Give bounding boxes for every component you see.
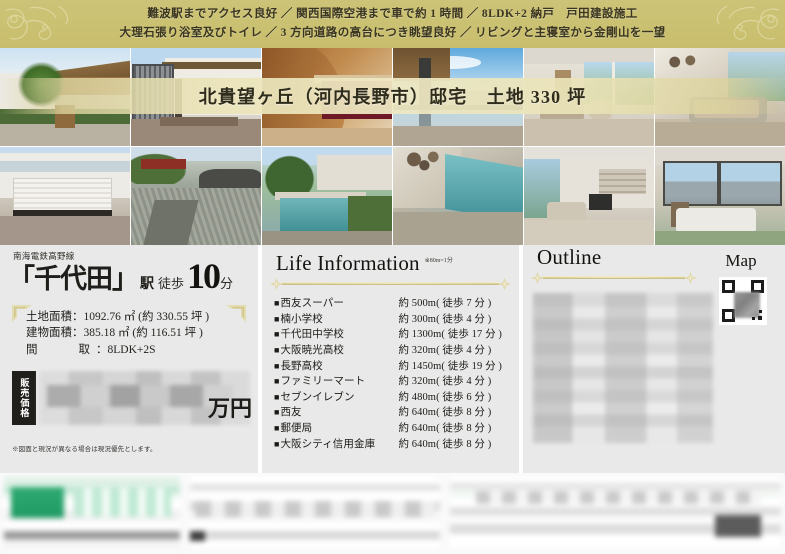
- life-information-title: Life Information: [276, 251, 420, 275]
- bullet-square-icon: ■: [274, 376, 280, 387]
- list-item: ■ 郵便局約 640m( 徒歩 8 分 ): [274, 421, 519, 437]
- outline-content-masked: [533, 293, 713, 443]
- divider-rule: [270, 278, 511, 290]
- outline-header: Outline: [523, 245, 705, 284]
- life-information-note: ※80m=1分: [424, 258, 453, 264]
- outline-title: Outline: [537, 245, 602, 269]
- footer-block-1-masked: [4, 477, 180, 548]
- spec-lines: 土地面積：1092.76 ㎡ (約 330.55 坪 ) 建物面積：385.18…: [26, 309, 209, 358]
- hero-title-sash: 北貴望ヶ丘（河内長野市）邸宅 土地 330 坪: [0, 78, 785, 114]
- bullet-square-icon: ■: [274, 407, 280, 418]
- header-text: 難波駅までアクセス良好 ／ 関西国際空港まで車で約 1 時間 ／ 8LDK+2 …: [119, 5, 665, 43]
- qr-code-icon[interactable]: [719, 277, 767, 325]
- bullet-square-icon: ■: [274, 298, 280, 308]
- star-ornament-left: [531, 272, 544, 284]
- list-item: ■ 楠小学校約 300m( 徒歩 4 分 ): [274, 312, 519, 328]
- list-item: ■ ファミリーマート約 320m( 徒歩 4 分 ): [274, 374, 519, 390]
- bullet-square-icon: ■: [274, 329, 280, 340]
- star-ornament-left: [270, 278, 283, 290]
- flourish-ornament-right: [716, 5, 780, 40]
- walk-minutes: 10: [187, 256, 221, 296]
- photo-garden-pool-walkway[interactable]: [262, 147, 392, 245]
- header-line-1: 難波駅までアクセス良好 ／ 関西国際空港まで車で約 1 時間 ／ 8LDK+2 …: [147, 8, 638, 21]
- walk-label: 徒歩: [158, 276, 185, 291]
- divider-rule: [531, 272, 697, 284]
- bullet-square-icon: ■: [274, 391, 280, 402]
- list-item: ■ セブンイレブン約 480m( 徒歩 6 分 ): [274, 390, 519, 406]
- price-unit: 万円: [207, 396, 252, 421]
- layout-row: 間 取：8LDK+2S: [26, 342, 209, 358]
- list-item: ■ 大阪シティ信用金庫約 640m( 徒歩 8 分 ): [274, 437, 519, 453]
- property-specs-box: 土地面積：1092.76 ㎡ (約 330.55 坪 ) 建物面積：385.18…: [12, 305, 246, 363]
- bullet-square-icon: ■: [274, 344, 280, 355]
- list-item: ■ 西友スーパー約 500m( 徒歩 7 分 ): [274, 296, 519, 312]
- layout-value: ：8LDK+2S: [96, 343, 156, 356]
- photo-japanese-rock-garden[interactable]: [131, 147, 261, 245]
- footer-masked-strip: [0, 473, 785, 554]
- photo-garage-white-door[interactable]: [0, 147, 130, 245]
- outline-map-panel: Outline Map: [523, 245, 781, 473]
- bullet-square-icon: ■: [274, 438, 280, 449]
- photo-modern-living-room[interactable]: [524, 147, 654, 245]
- map-title: Map: [725, 251, 757, 270]
- life-information-panel: Life Information ※80m=1分 ■ 西友スーパー約 500m( 徒…: [258, 245, 523, 473]
- disclaimer-text: ※図面と現況が異なる場合は現況優先とします。: [12, 446, 157, 453]
- minutes-unit: 分: [220, 276, 234, 291]
- list-item: ■ 長野高校約 1450m( 徒歩 19 分 ): [274, 359, 519, 375]
- list-item: ■ 千代田中学校約 1300m( 徒歩 17 分 ): [274, 327, 519, 343]
- photo-pool-aerial-view[interactable]: [393, 147, 523, 245]
- bullet-square-icon: ■: [274, 423, 280, 434]
- station-access-row: 「千代田」 駅 徒歩 10 分: [8, 257, 254, 296]
- header-line-2: 大理石張り浴室及びトイレ ／ 3 方向道路の高台につき眺望良好 ／ リビングと主…: [119, 27, 666, 39]
- map-header: Map: [705, 245, 777, 271]
- access-price-panel: 南海電鉄高野線 「千代田」 駅 徒歩 10 分 土地面積：1092.76 ㎡ (…: [0, 245, 258, 473]
- star-ornament-right: [684, 272, 697, 284]
- list-item: ■ 大阪暁光高校約 320m( 徒歩 4 分 ): [274, 343, 519, 359]
- bullet-square-icon: ■: [274, 313, 280, 324]
- photo-master-bedroom-view[interactable]: [655, 147, 785, 245]
- corner-ornament-top-right: [226, 305, 246, 322]
- price-tag-label: 販売価格: [12, 371, 36, 425]
- page-title: 北貴望ヶ丘（河内長野市）邸宅 土地 330 坪: [198, 87, 587, 107]
- land-area: 土地面積：1092.76 ㎡ (約 330.55 坪 ): [26, 311, 210, 323]
- list-item: ■ 西友約 640m( 徒歩 8 分 ): [274, 405, 519, 421]
- life-information-list: ■ 西友スーパー約 500m( 徒歩 7 分 ) ■ 楠小学校約 300m( 徒歩 …: [274, 296, 519, 452]
- life-information-header: Life Information ※80m=1分: [262, 245, 519, 290]
- footer-block-2-masked: [190, 477, 440, 548]
- footer-block-3-masked: [450, 477, 781, 548]
- flourish-ornament-left: [5, 5, 69, 40]
- layout-label: 間 取: [26, 343, 96, 356]
- star-ornament-right: [498, 278, 511, 290]
- station-suffix: 駅: [140, 277, 154, 292]
- price-block: 販売価格 万円: [12, 371, 252, 425]
- bullet-square-icon: ■: [274, 360, 280, 371]
- main-info-area: 南海電鉄高野線 「千代田」 駅 徒歩 10 分 土地面積：1092.76 ㎡ (…: [0, 245, 785, 473]
- header-banner: 難波駅までアクセス良好 ／ 関西国際空港まで車で約 1 時間 ／ 8LDK+2 …: [0, 0, 785, 48]
- station-name: 「千代田」: [8, 264, 139, 294]
- building-area: 建物面積：385.18 ㎡ (約 116.51 坪 ): [26, 327, 203, 340]
